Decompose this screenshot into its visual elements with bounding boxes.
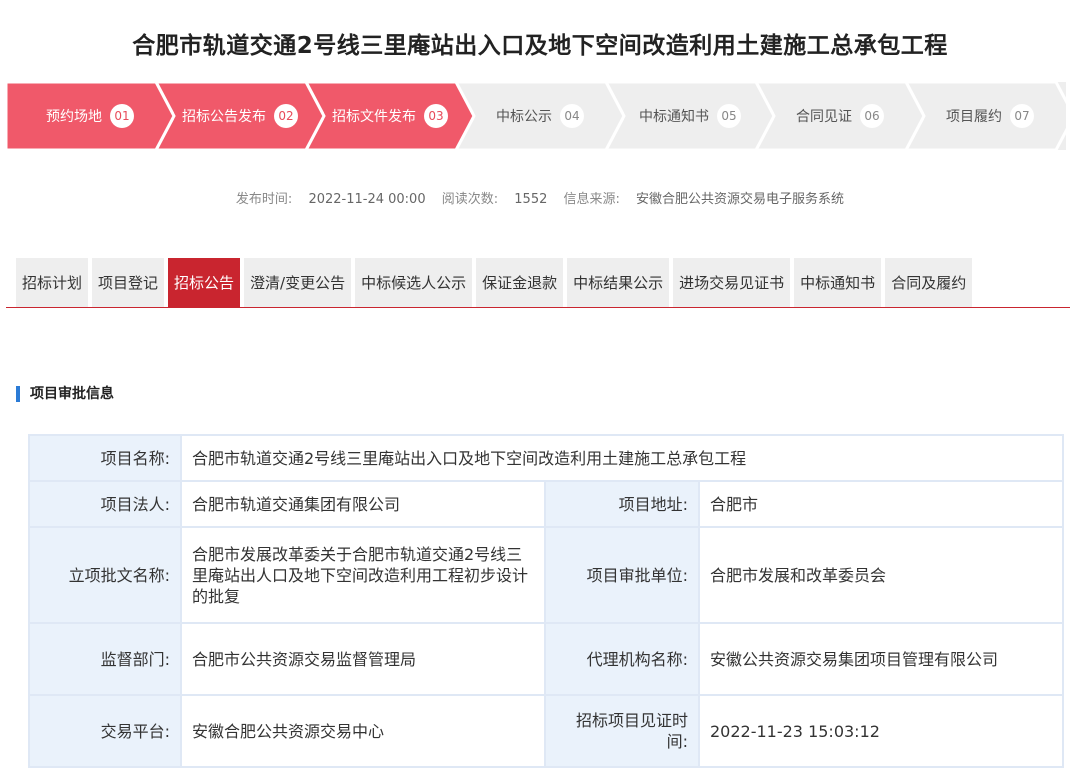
source-value: 安徽合肥公共资源交易电子服务系统 (636, 192, 845, 207)
tab-6[interactable]: 中标结果公示 (567, 258, 670, 307)
step-number-badge: 04 (560, 104, 584, 128)
progress-steps: 预约场地 01 招标公告发布 02 招标文件发布 03 中标公示 04 中标通知书 05 合同见证 0… (6, 82, 1066, 150)
agency-label: 代理机构名称: (544, 622, 700, 696)
step-number-badge: 02 (274, 104, 298, 128)
step-03[interactable]: 招标文件发布 03 (306, 82, 474, 150)
witness-time-value: 2022-11-23 15:03:12 (698, 694, 1064, 768)
tab-0[interactable]: 招标计划 (16, 258, 89, 307)
source-label: 信息来源: (563, 192, 620, 207)
step-label: 项目履约 (946, 109, 1002, 125)
step-label: 招标公告发布 (182, 109, 266, 125)
approval-unit-value: 合肥市发展和改革委员会 (698, 526, 1064, 624)
supervisor-label: 监督部门: (28, 622, 182, 696)
step-number-badge: 01 (110, 104, 134, 128)
step-07[interactable]: 项目履约 07 (906, 82, 1066, 150)
step-06[interactable]: 合同见证 06 (756, 82, 924, 150)
tab-7[interactable]: 进场交易见证书 (673, 258, 791, 307)
tab-8[interactable]: 中标通知书 (794, 258, 882, 307)
approval-doc-label: 立项批文名称: (28, 526, 182, 624)
project-name-value: 合肥市轨道交通2号线三里庵站出入口及地下空间改造利用土建施工总承包工程 (180, 434, 1064, 482)
step-label: 招标文件发布 (332, 109, 416, 125)
step-05[interactable]: 中标通知书 05 (606, 82, 774, 150)
table-row: 项目名称: 合肥市轨道交通2号线三里庵站出入口及地下空间改造利用土建施工总承包工… (28, 434, 1064, 482)
step-label: 中标通知书 (639, 109, 709, 125)
project-info-table: 项目名称: 合肥市轨道交通2号线三里庵站出入口及地下空间改造利用土建施工总承包工… (28, 434, 1064, 768)
approval-doc-value: 合肥市发展改革委关于合肥市轨道交通2号线三里庵站出人口及地下空间改造利用工程初步… (180, 526, 546, 624)
table-row: 监督部门: 合肥市公共资源交易监督管理局 代理机构名称: 安徽公共资源交易集团项… (28, 622, 1064, 696)
approval-unit-label: 项目审批单位: (544, 526, 700, 624)
platform-value: 安徽合肥公共资源交易中心 (180, 694, 546, 768)
legal-entity-label: 项目法人: (28, 480, 182, 528)
step-label: 预约场地 (46, 109, 102, 125)
step-number-badge: 03 (424, 104, 448, 128)
step-label: 合同见证 (796, 109, 852, 125)
tab-3[interactable]: 澄清/变更公告 (244, 258, 352, 307)
tabs-divider (6, 307, 1070, 308)
step-number-badge: 06 (860, 104, 884, 128)
publish-time-label: 发布时间: (235, 192, 293, 207)
table-row: 立项批文名称: 合肥市发展改革委关于合肥市轨道交通2号线三里庵站出人口及地下空间… (28, 526, 1064, 624)
step-02[interactable]: 招标公告发布 02 (156, 82, 324, 150)
project-name-label: 项目名称: (28, 434, 182, 482)
tab-5[interactable]: 保证金退款 (476, 258, 564, 307)
table-row: 交易平台: 安徽合肥公共资源交易中心 招标项目见证时间: 2022-11-23 … (28, 694, 1064, 768)
step-label: 中标公示 (496, 109, 552, 125)
section-title: 项目审批信息 (16, 386, 114, 402)
page-title: 合肥市轨道交通2号线三里庵站出入口及地下空间改造利用土建施工总承包工程 (132, 33, 948, 59)
read-count-label: 阅读次数: (441, 192, 499, 207)
tab-9[interactable]: 合同及履约 (885, 258, 973, 307)
witness-time-label: 招标项目见证时间: (544, 694, 700, 768)
supervisor-value: 合肥市公共资源交易监督管理局 (180, 622, 546, 696)
step-number-badge: 05 (717, 104, 741, 128)
tab-2[interactable]: 招标公告 (168, 258, 241, 307)
tab-1[interactable]: 项目登记 (92, 258, 165, 307)
step-04[interactable]: 中标公示 04 (456, 82, 624, 150)
project-address-label: 项目地址: (544, 480, 700, 528)
table-row: 项目法人: 合肥市轨道交通集团有限公司 项目地址: 合肥市 (28, 480, 1064, 528)
meta-info: 发布时间: 2022-11-24 00:00 阅读次数: 1552 信息来源: … (0, 188, 1080, 207)
notice-tabs: 招标计划 项目登记 招标公告 澄清/变更公告 中标候选人公示 保证金退款 中标结果公示 进场交… (16, 258, 973, 307)
read-count-value: 1552 (514, 192, 548, 207)
project-address-value: 合肥市 (698, 480, 1064, 528)
step-number-badge: 07 (1010, 104, 1034, 128)
tab-4[interactable]: 中标候选人公示 (355, 258, 473, 307)
platform-label: 交易平台: (28, 694, 182, 768)
step-01[interactable]: 预约场地 01 (6, 82, 174, 150)
legal-entity-value: 合肥市轨道交通集团有限公司 (180, 480, 546, 528)
publish-time-value: 2022-11-24 00:00 (308, 192, 426, 207)
agency-value: 安徽公共资源交易集团项目管理有限公司 (698, 622, 1064, 696)
